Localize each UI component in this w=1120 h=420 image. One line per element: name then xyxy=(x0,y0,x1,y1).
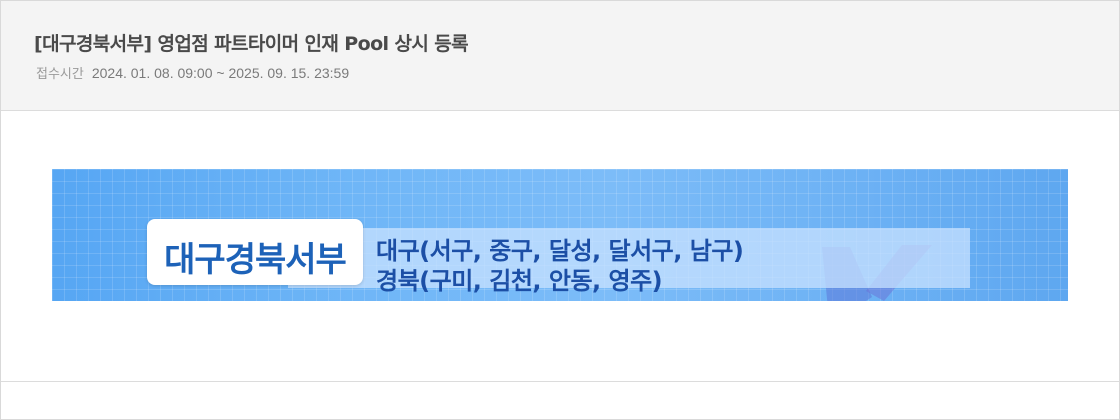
region-name-box: 대구경북서부 xyxy=(147,219,363,285)
job-post-card: [대구경북서부] 영업점 파트타이머 인재 Pool 상시 등록 접수시간 20… xyxy=(0,0,1120,420)
region-name: 대구경북서부 xyxy=(164,240,347,280)
area-line-gyeongbuk: 경북(구미, 김천, 안동, 영주) xyxy=(376,267,663,295)
post-content: 대구경북서부 대구(서구, 중구, 달성, 달서구, 남구) 경북(구미, 김천… xyxy=(1,111,1119,381)
period-value: 2024. 01. 08. 09:00 ~ 2025. 09. 15. 23:5… xyxy=(91,64,350,81)
application-period: 접수시간 2024. 01. 08. 09:00 ~ 2025. 09. 15.… xyxy=(36,63,350,83)
post-title[interactable]: [대구경북서부] 영업점 파트타이머 인재 Pool 상시 등록 xyxy=(34,29,469,56)
period-label: 접수시간 xyxy=(36,67,84,82)
recruitment-banner-image: 대구경북서부 대구(서구, 중구, 달성, 달서구, 남구) 경북(구미, 김천… xyxy=(52,169,1068,301)
divider xyxy=(1,381,1119,382)
post-header: [대구경북서부] 영업점 파트타이머 인재 Pool 상시 등록 접수시간 20… xyxy=(1,1,1119,111)
